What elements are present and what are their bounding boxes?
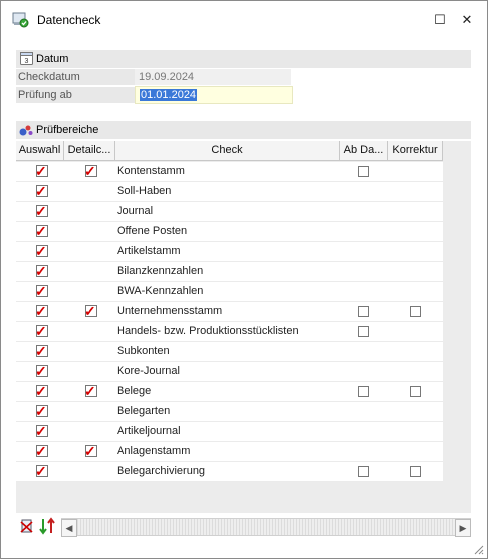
table-row[interactable]: ✓ Artikelstamm [16,242,443,262]
ab-datum-checkbox[interactable] [358,326,369,337]
window-title: Datencheck [37,13,101,27]
check-name: Handels- bzw. Produktionsstücklisten [117,325,299,337]
table-row[interactable]: ✓ BWA-Kennzahlen [16,282,443,302]
checkdatum-label: Checkdatum [16,69,136,85]
check-name: Artikeljournal [117,425,181,437]
korrektur-checkbox[interactable] [410,466,421,477]
datencheck-window: Datencheck ☐ ✕ 3 Datum Checkdatum 19.09.… [0,0,488,559]
table-row[interactable]: ✓ ✓ Unternehmensstamm [16,302,443,322]
pruefbereiche-grid: Auswahl Detailc... Check Ab Da... Korrek… [16,141,471,513]
auswahl-checkbox[interactable]: ✓ [35,204,48,218]
check-name: Kore-Journal [117,365,180,377]
table-row[interactable]: ✓ Belegarchivierung [16,462,443,482]
column-header-detailcheck[interactable]: Detailc... [64,141,115,161]
column-header-ab-datum[interactable]: Ab Da... [340,141,388,161]
table-row[interactable]: ✓ Belegarten [16,402,443,422]
check-name: Bilanzkennzahlen [117,265,204,277]
scroll-left-button[interactable]: ◀ [61,519,77,537]
table-row[interactable]: ✓ Offene Posten [16,222,443,242]
auswahl-checkbox[interactable]: ✓ [35,164,48,178]
auswahl-checkbox[interactable]: ✓ [35,304,48,318]
check-name: Belegarchivierung [117,465,206,477]
check-name: Offene Posten [117,225,188,237]
scroll-right-button[interactable]: ▶ [455,519,471,537]
check-name: Anlagenstamm [117,445,191,457]
app-icon [12,12,29,28]
calendar-icon: 3 [20,52,33,65]
check-name: Journal [117,205,154,217]
table-row[interactable]: ✓ Bilanzkennzahlen [16,262,443,282]
auswahl-checkbox[interactable]: ✓ [35,244,48,258]
auswahl-checkbox[interactable]: ✓ [35,464,48,478]
auswahl-checkbox[interactable]: ✓ [35,404,48,418]
maximize-button[interactable]: ☐ [429,9,451,31]
detailcheck-checkbox[interactable]: ✓ [84,384,97,398]
dots-icon [19,125,33,136]
resize-grip-icon[interactable] [472,543,484,555]
detailcheck-checkbox[interactable]: ✓ [84,164,97,178]
ab-datum-checkbox[interactable] [358,306,369,317]
column-header-auswahl[interactable]: Auswahl [16,141,64,161]
check-name: Artikelstamm [117,245,181,257]
table-row[interactable]: ✓ ✓ Belege [16,382,443,402]
auswahl-checkbox[interactable]: ✓ [35,224,48,238]
auswahl-checkbox[interactable]: ✓ [35,344,48,358]
pruefbereiche-section-header: Prüfbereiche [16,121,471,139]
auswahl-checkbox[interactable]: ✓ [35,424,48,438]
datum-section-header: 3 Datum [16,50,471,68]
auswahl-checkbox[interactable]: ✓ [35,284,48,298]
pruefung-ab-input[interactable]: 01.01.2024 [135,86,293,104]
ab-datum-checkbox[interactable] [358,166,369,177]
auswahl-checkbox[interactable]: ✓ [35,364,48,378]
check-name: BWA-Kennzahlen [117,285,204,297]
auswahl-checkbox[interactable]: ✓ [35,184,48,198]
ab-datum-checkbox[interactable] [358,466,369,477]
horizontal-scrollbar[interactable]: ◀ ▶ [61,518,471,537]
auswahl-checkbox[interactable]: ✓ [35,444,48,458]
check-name: Kontenstamm [117,165,185,177]
detailcheck-checkbox[interactable]: ✓ [84,444,97,458]
column-header-check[interactable]: Check [115,141,340,161]
check-name: Subkonten [117,345,170,357]
auswahl-checkbox[interactable]: ✓ [35,324,48,338]
table-row[interactable]: ✓ ✓ Kontenstamm [16,162,443,182]
svg-text:3: 3 [25,58,29,65]
pruefung-ab-label: Prüfung ab [16,87,136,103]
check-name: Soll-Haben [117,185,172,197]
check-name: Belege [117,385,152,397]
pruefbereiche-header-label: Prüfbereiche [36,124,99,136]
korrektur-checkbox[interactable] [410,306,421,317]
checkdatum-value: 19.09.2024 [135,69,291,85]
table-row[interactable]: ✓ Subkonten [16,342,443,362]
detailcheck-checkbox[interactable]: ✓ [84,304,97,318]
datum-header-label: Datum [36,53,69,65]
korrektur-checkbox[interactable] [410,386,421,397]
grid-rows: ✓ ✓ Kontenstamm ✓ Soll-Haben ✓ Journal ✓ Offene … [16,162,443,482]
table-row[interactable]: ✓ Soll-Haben [16,182,443,202]
table-row[interactable]: ✓ ✓ Anlagenstamm [16,442,443,462]
check-name: Belegarten [117,405,171,417]
title-bar: Datencheck ☐ ✕ [1,1,487,38]
table-row[interactable]: ✓ Handels- bzw. Produktionsstücklisten [16,322,443,342]
deselect-all-icon[interactable] [19,518,35,534]
toggle-selection-icon[interactable] [38,517,56,535]
check-name: Unternehmensstamm [117,305,223,317]
table-row[interactable]: ✓ Kore-Journal [16,362,443,382]
ab-datum-checkbox[interactable] [358,386,369,397]
auswahl-checkbox[interactable]: ✓ [35,264,48,278]
table-row[interactable]: ✓ Journal [16,202,443,222]
auswahl-checkbox[interactable]: ✓ [35,384,48,398]
pruefung-ab-selected-text: 01.01.2024 [140,89,198,101]
table-row[interactable]: ✓ Artikeljournal [16,422,443,442]
column-header-korrektur[interactable]: Korrektur [388,141,443,161]
close-button[interactable]: ✕ [456,9,478,31]
